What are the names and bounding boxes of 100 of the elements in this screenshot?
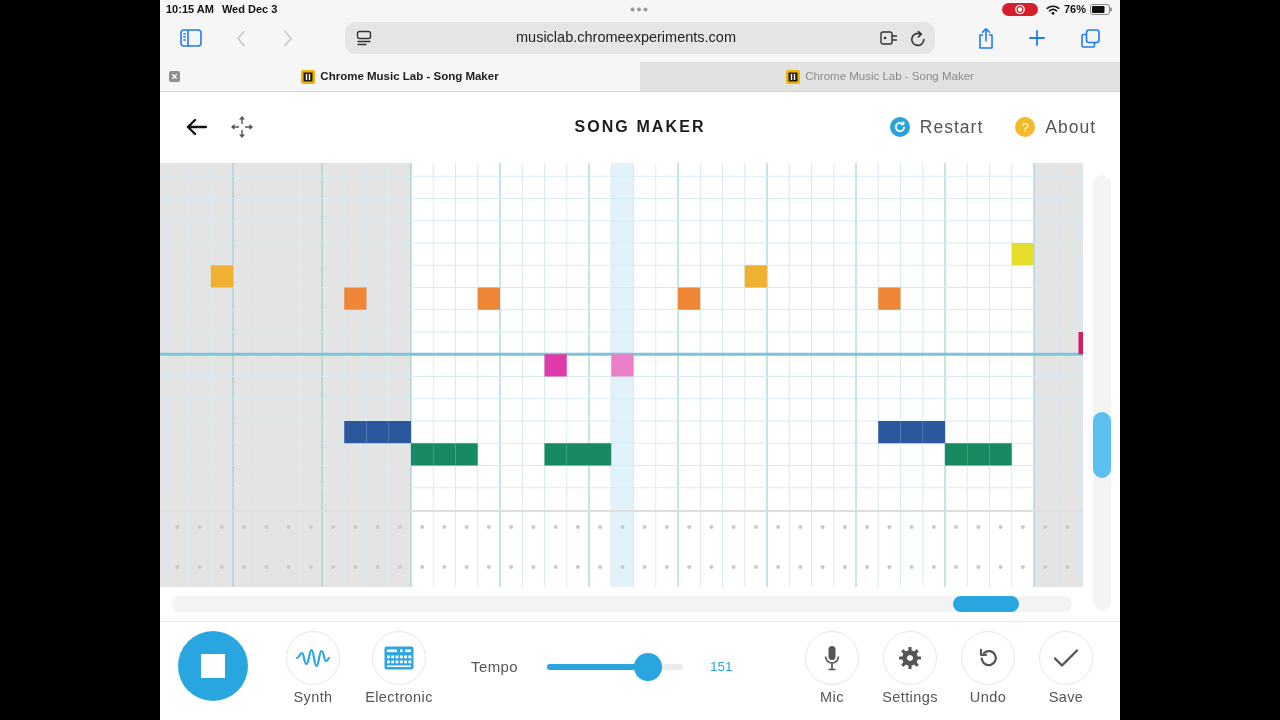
sidebar-icon[interactable] [180, 29, 202, 47]
plus-icon[interactable] [1029, 30, 1045, 46]
about-button[interactable]: ? About [1015, 113, 1096, 141]
note-block[interactable] [1078, 332, 1083, 355]
beat-dot[interactable] [976, 525, 981, 529]
move-arrows-icon[interactable] [230, 115, 254, 139]
beat-dot[interactable] [575, 525, 580, 529]
close-icon[interactable] [169, 71, 180, 82]
beat-dot[interactable] [731, 565, 736, 569]
note-block[interactable] [922, 421, 945, 444]
note-block[interactable] [544, 443, 567, 466]
beat-dot[interactable] [575, 565, 580, 569]
more-dots-icon[interactable] [630, 6, 648, 12]
beat-dot[interactable] [709, 565, 714, 569]
beat-dot[interactable] [820, 525, 825, 529]
tabs-icon[interactable] [1081, 28, 1100, 48]
note-block[interactable] [433, 443, 456, 466]
beat-dot[interactable] [865, 525, 870, 529]
page-menu-icon[interactable] [356, 30, 372, 46]
back-arrow-icon[interactable] [185, 118, 207, 136]
beat-dot[interactable] [842, 565, 847, 569]
beat-dot[interactable] [687, 525, 692, 529]
beat-dot[interactable] [598, 565, 603, 569]
beat-dot[interactable] [598, 525, 603, 529]
note-block[interactable] [388, 421, 411, 444]
beat-dot[interactable] [420, 525, 425, 529]
beat-dot[interactable] [509, 525, 514, 529]
beat-dot[interactable] [998, 565, 1003, 569]
beat-dot[interactable] [664, 525, 669, 529]
undo-button[interactable] [961, 631, 1015, 685]
beat-dot[interactable] [798, 565, 803, 569]
reload-icon[interactable] [910, 29, 926, 47]
beat-dot[interactable] [909, 565, 914, 569]
beat-dot[interactable] [909, 525, 914, 529]
note-block[interactable] [900, 421, 923, 444]
note-block[interactable] [945, 443, 968, 466]
plug-icon[interactable] [880, 30, 898, 46]
beat-dot[interactable] [553, 525, 558, 529]
electronic-button[interactable] [372, 631, 426, 685]
beat-dot[interactable] [954, 565, 959, 569]
beat-dot[interactable] [553, 565, 558, 569]
beat-dot[interactable] [842, 525, 847, 529]
scrollbar-thumb[interactable] [953, 596, 1019, 612]
synth-button[interactable] [286, 631, 340, 685]
beat-dot[interactable] [776, 565, 781, 569]
beat-dot[interactable] [709, 525, 714, 529]
beat-dot[interactable] [798, 525, 803, 529]
mic-button[interactable] [805, 631, 859, 685]
beat-dot[interactable] [931, 565, 936, 569]
beat-dot[interactable] [620, 525, 625, 529]
note-block[interactable] [878, 421, 901, 444]
note-block[interactable] [455, 443, 478, 466]
beat-dot[interactable] [731, 525, 736, 529]
beat-dot[interactable] [1020, 565, 1025, 569]
beat-dot[interactable] [464, 565, 469, 569]
beat-dot[interactable] [442, 525, 447, 529]
beat-dot[interactable] [687, 565, 692, 569]
share-icon[interactable] [978, 27, 994, 49]
note-block[interactable] [411, 443, 434, 466]
note-block[interactable] [366, 421, 389, 444]
beat-dot[interactable] [509, 565, 514, 569]
note-block[interactable] [678, 287, 701, 310]
note-block[interactable] [344, 421, 367, 444]
settings-button[interactable] [883, 631, 937, 685]
beat-dot[interactable] [1020, 525, 1025, 529]
beat-dot[interactable] [753, 525, 758, 529]
note-block[interactable] [566, 443, 589, 466]
grid-column[interactable] [1078, 163, 1083, 587]
beat-dot[interactable] [620, 565, 625, 569]
note-block[interactable] [967, 443, 990, 466]
beat-dot[interactable] [820, 565, 825, 569]
beat-dot[interactable] [954, 525, 959, 529]
beat-dot[interactable] [887, 565, 892, 569]
slider-thumb[interactable] [633, 653, 662, 681]
beat-dot[interactable] [931, 525, 936, 529]
address-field[interactable]: musiclab.chromeexperiments.com [345, 22, 935, 54]
beat-dot[interactable] [420, 565, 425, 569]
beat-dot[interactable] [531, 565, 536, 569]
beat-dot[interactable] [865, 565, 870, 569]
note-block[interactable] [589, 443, 612, 466]
restart-button[interactable]: Restart [889, 113, 984, 141]
beat-dot[interactable] [664, 565, 669, 569]
save-button[interactable] [1039, 631, 1093, 685]
horizontal-scrollbar[interactable] [172, 596, 1072, 612]
beat-dot[interactable] [887, 525, 892, 529]
beat-dot[interactable] [642, 565, 647, 569]
note-block[interactable] [989, 443, 1012, 466]
scrollbar-thumb[interactable] [1093, 412, 1111, 478]
microphone-icon [824, 645, 840, 671]
beat-dot[interactable] [486, 525, 491, 529]
beat-dot[interactable] [642, 525, 647, 529]
beat-dot[interactable] [464, 525, 469, 529]
beat-dot[interactable] [998, 525, 1003, 529]
beat-dot[interactable] [776, 525, 781, 529]
beat-dot[interactable] [976, 565, 981, 569]
vertical-scrollbar[interactable] [1093, 175, 1111, 610]
beat-dot[interactable] [442, 565, 447, 569]
beat-dot[interactable] [531, 525, 536, 529]
beat-dot[interactable] [753, 565, 758, 569]
beat-dot[interactable] [486, 565, 491, 569]
